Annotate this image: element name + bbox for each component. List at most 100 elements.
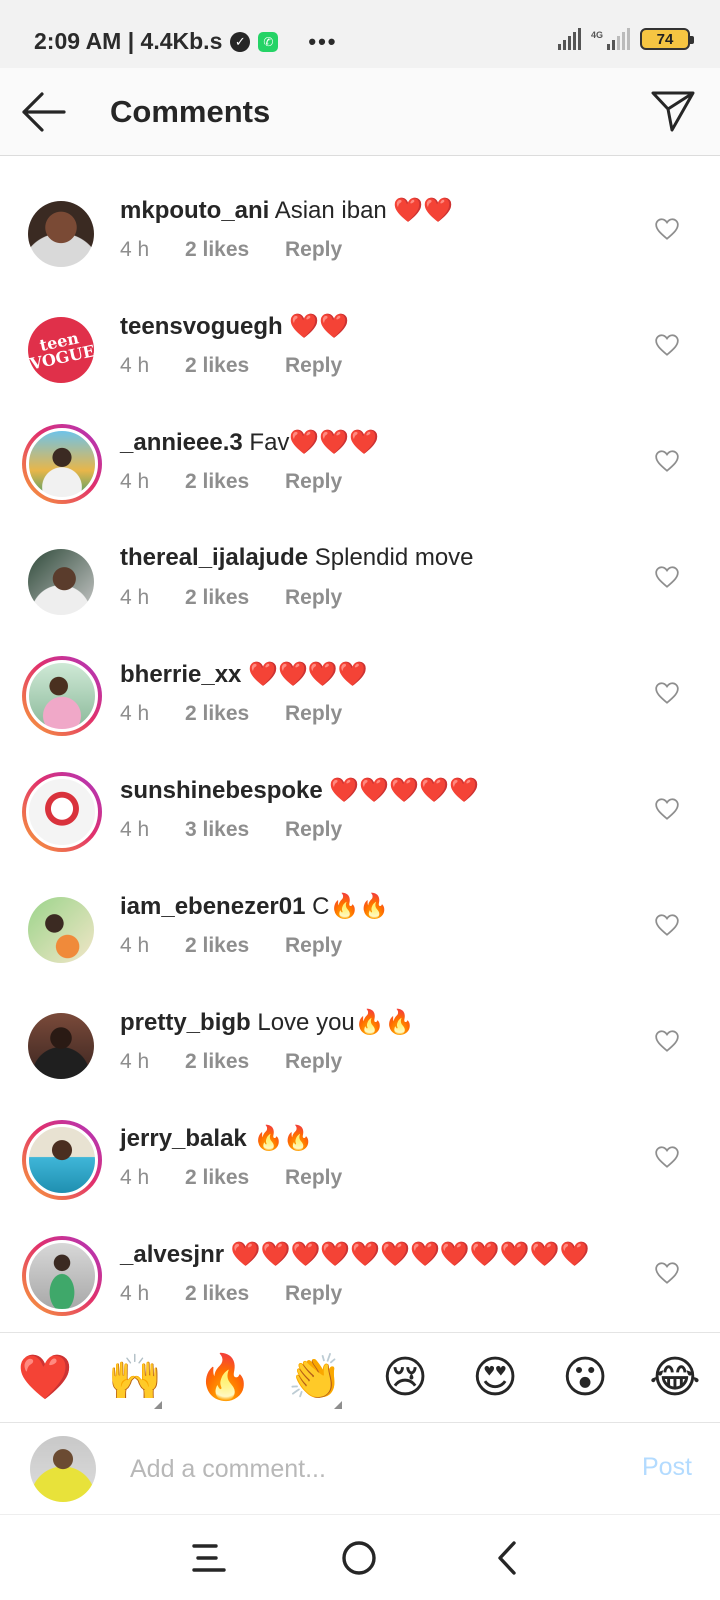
comment-likes[interactable]: 2 likes (185, 470, 285, 494)
reply-button[interactable]: Reply (285, 586, 342, 610)
comment-meta: 4 h 2 likes Reply (120, 586, 342, 610)
comment-username[interactable]: teensvoguegh (120, 313, 283, 340)
emoji-surprised[interactable]: 😮 (540, 1333, 630, 1423)
comment-likes[interactable]: 2 likes (185, 1282, 285, 1306)
comment-likes[interactable]: 2 likes (185, 1050, 285, 1074)
heart-outline-icon[interactable] (654, 448, 680, 474)
emoji-heart[interactable]: ❤️ (0, 1333, 90, 1423)
comment-time: 4 h (120, 470, 150, 493)
comment-username[interactable]: _annieee.3 (120, 429, 243, 456)
comment-likes[interactable]: 2 likes (185, 238, 285, 262)
comment-likes[interactable]: 2 likes (185, 586, 285, 610)
quick-emoji-bar: ❤️ 🙌 🔥 👏 😢 😍 😮 😂 (0, 1332, 720, 1422)
avatar[interactable] (22, 772, 102, 852)
emoji-crying[interactable]: 😢 (360, 1333, 450, 1423)
heart-outline-icon[interactable] (654, 1260, 680, 1286)
heart-outline-icon[interactable] (654, 216, 680, 242)
avatar-image (26, 660, 98, 732)
emoji-fire[interactable]: 🔥 (180, 1333, 270, 1423)
heart-outline-icon[interactable] (654, 564, 680, 590)
share-button[interactable] (650, 88, 696, 134)
comment-username[interactable]: mkpouto_ani (120, 197, 269, 224)
comment-input[interactable] (130, 1449, 580, 1489)
comment-username[interactable]: bherrie_xx (120, 661, 241, 688)
comment-likes[interactable]: 2 likes (185, 702, 285, 726)
comment-meta: 4 h 2 likes Reply (120, 1166, 342, 1190)
reply-button[interactable]: Reply (285, 818, 342, 842)
reply-button[interactable]: Reply (285, 1050, 342, 1074)
comment-meta: 4 h 3 likes Reply (120, 818, 342, 842)
avatar-image (26, 1240, 98, 1312)
comment-body: 🔥🔥 (253, 1125, 314, 1152)
comment-input-bar: Post (0, 1422, 720, 1514)
avatar[interactable]: teen VOGUE (28, 317, 97, 383)
status-left: 2:09 AM | 4.4Kb.s ✓ ✆ ••• (34, 28, 337, 55)
heart-outline-icon[interactable] (654, 912, 680, 938)
comment-meta: 4 h 2 likes Reply (120, 702, 342, 726)
comment-likes[interactable]: 3 likes (185, 818, 285, 842)
comment-meta: 4 h 2 likes Reply (120, 470, 342, 494)
signal-icon (557, 28, 581, 50)
comment-time: 4 h (120, 1166, 150, 1189)
avatar[interactable] (28, 549, 94, 615)
arrow-left-icon (22, 92, 66, 132)
comments-list[interactable]: mkpouto_ani Asian iban ❤️❤️ 4 h 2 likes … (0, 156, 720, 1332)
comment-likes[interactable]: 2 likes (185, 1166, 285, 1190)
heart-outline-icon[interactable] (654, 680, 680, 706)
reply-button[interactable]: Reply (285, 238, 342, 262)
post-button[interactable]: Post (642, 1453, 692, 1482)
comment-username[interactable]: iam_ebenezer01 (120, 893, 305, 920)
avatar-image (26, 1124, 98, 1196)
heart-outline-icon[interactable] (654, 332, 680, 358)
avatar[interactable] (28, 201, 94, 267)
comment-username[interactable]: pretty_bigb (120, 1009, 251, 1036)
comment-row: sunshinebespoke ❤️❤️❤️❤️❤️ 4 h 3 likes R… (0, 736, 720, 852)
comment-username[interactable]: sunshinebespoke (120, 777, 323, 804)
emoji-laughing[interactable]: 😂 (630, 1333, 720, 1423)
emoji-raising-hands[interactable]: 🙌 (90, 1333, 180, 1423)
comment-username[interactable]: _alvesjnr (120, 1241, 224, 1268)
whatsapp-icon: ✆ (258, 31, 279, 52)
reply-button[interactable]: Reply (285, 470, 342, 494)
avatar[interactable] (28, 1013, 94, 1079)
comment-username[interactable]: jerry_balak (120, 1125, 247, 1152)
comment-text-line: teensvoguegh ❤️❤️ (120, 312, 349, 341)
emoji-heart-eyes[interactable]: 😍 (450, 1333, 540, 1423)
heart-outline-icon[interactable] (654, 1028, 680, 1054)
nav-home-button[interactable] (336, 1535, 382, 1581)
reply-button[interactable]: Reply (285, 354, 342, 378)
back-button[interactable] (20, 90, 66, 134)
emoji-clapping[interactable]: 👏 (270, 1333, 360, 1423)
reply-button[interactable]: Reply (285, 702, 342, 726)
avatar[interactable] (22, 424, 102, 504)
nav-back-button[interactable] (486, 1535, 532, 1581)
reply-button[interactable]: Reply (285, 1282, 342, 1306)
teen-vogue-logo: teen VOGUE (28, 328, 97, 374)
heart-outline-icon[interactable] (654, 796, 680, 822)
chevron-left-icon (498, 1541, 516, 1575)
battery-indicator: 74 (640, 28, 694, 50)
comment-text-line: mkpouto_ani Asian iban ❤️❤️ (120, 196, 453, 225)
reply-button[interactable]: Reply (285, 934, 342, 958)
comment-username[interactable]: thereal_ijalajude (120, 544, 308, 571)
nav-menu-button[interactable] (186, 1535, 232, 1581)
comment-time: 4 h (120, 818, 150, 841)
heart-outline-icon[interactable] (654, 1144, 680, 1170)
avatar[interactable] (22, 656, 102, 736)
paper-plane-icon (651, 91, 695, 132)
avatar[interactable] (22, 1120, 102, 1200)
header: Comments (0, 68, 720, 156)
comment-likes[interactable]: 2 likes (185, 354, 285, 378)
avatar[interactable] (28, 897, 94, 963)
comment-row: thereal_ijalajude Splendid move 4 h 2 li… (0, 504, 720, 620)
comment-body: C🔥🔥 (312, 893, 390, 920)
more-notifications-dots: ••• (308, 28, 338, 54)
comment-row: _alvesjnr ❤️❤️❤️❤️❤️❤️❤️❤️❤️❤️❤️❤️ 4 h 2… (0, 1200, 720, 1316)
avatar[interactable] (22, 1236, 102, 1316)
comment-likes[interactable]: 2 likes (185, 934, 285, 958)
reply-button[interactable]: Reply (285, 1166, 342, 1190)
comment-time: 4 h (120, 586, 150, 609)
comment-text-line: thereal_ijalajude Splendid move (120, 544, 474, 572)
skin-tone-indicator (334, 1400, 342, 1409)
comment-row: _annieee.3 Fav❤️❤️❤️ 4 h 2 likes Reply (0, 388, 720, 504)
